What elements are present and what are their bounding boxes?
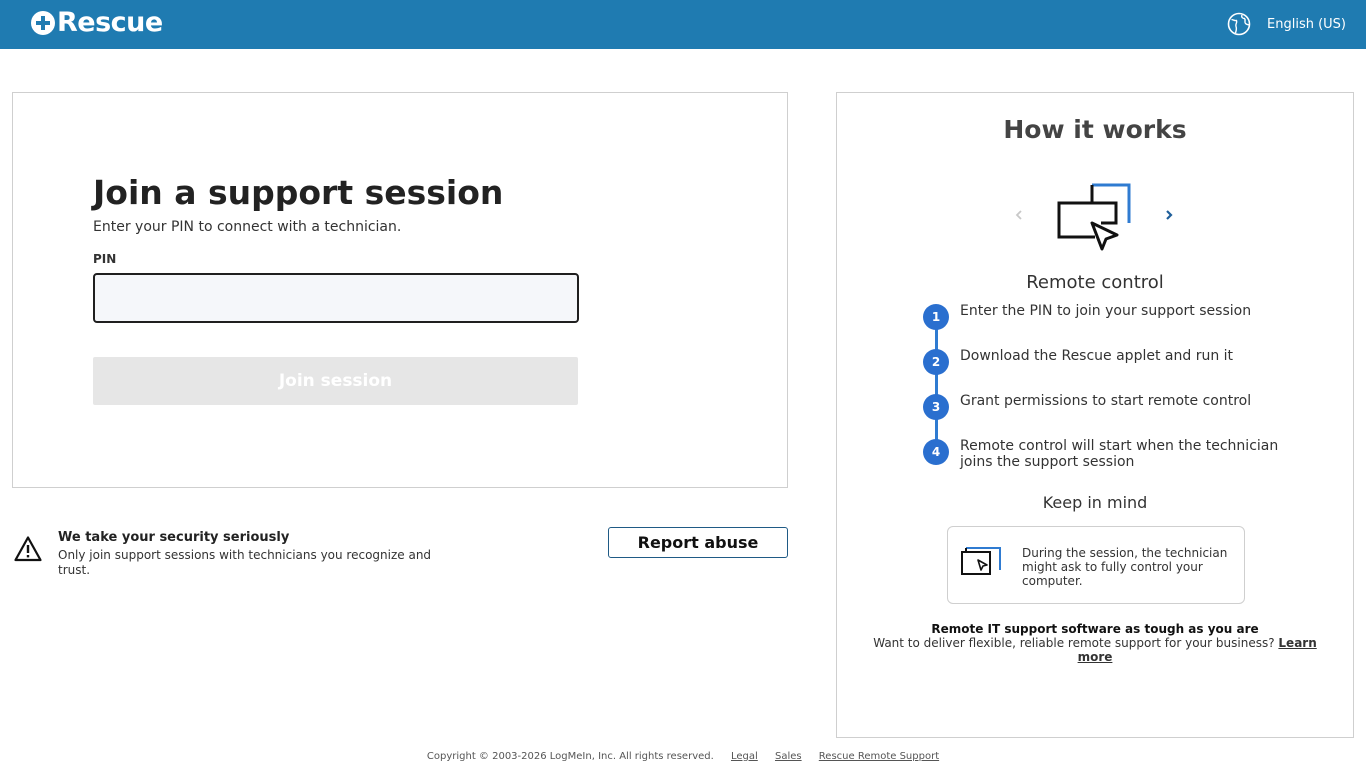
rescue-remote-support-link[interactable]: Rescue Remote Support [819,751,939,762]
chevron-right-icon[interactable] [1161,205,1177,225]
top-bar: Rescue English (US) [0,0,1366,49]
pin-input[interactable] [93,273,579,323]
step-number: 2 [923,349,949,375]
footer: Copyright © 2003-2026 LogMeIn, Inc. All … [0,751,1366,762]
keep-in-mind-title: Keep in mind [1042,493,1148,512]
remote-control-icon [1057,183,1131,251]
plus-circle-icon [31,11,55,35]
promo-text-block: Want to deliver flexible, reliable remot… [867,636,1323,664]
step-text: Grant permissions to start remote contro… [960,393,1252,409]
join-session-card: Join a support session Enter your PIN to… [12,92,788,488]
security-title: We take your security seriously [58,530,290,545]
rescue-logo[interactable]: Rescue [31,8,163,38]
step-text: Download the Rescue applet and run it [960,348,1234,364]
step-number: 4 [923,439,949,465]
legal-link[interactable]: Legal [731,751,758,762]
slide-title: Remote control [1026,272,1164,293]
chevron-left-icon[interactable] [1011,205,1027,225]
keep-in-mind-box: During the session, the technician might… [947,526,1245,604]
how-it-works-title: How it works [1003,115,1187,144]
pin-label: PIN [93,252,117,266]
security-text: Only join support sessions with technici… [58,548,432,577]
security-notice: We take your security seriously Only joi… [12,527,462,583]
warning-icon [14,536,42,562]
step-text: Enter the PIN to join your support sessi… [960,303,1252,319]
sales-link[interactable]: Sales [775,751,802,762]
step-number: 1 [923,304,949,330]
page-subtitle: Enter your PIN to connect with a technic… [93,219,402,235]
language-label: English (US) [1267,16,1346,32]
page-title: Join a support session [93,173,504,212]
globe-icon [1227,12,1251,36]
report-abuse-button[interactable]: Report abuse [608,527,788,558]
logo-text: Rescue [57,7,163,38]
steps-connector [935,317,938,451]
language-selector[interactable]: English (US) [1227,11,1346,37]
promo-text: Want to deliver flexible, reliable remot… [873,636,1279,650]
step-text: Remote control will start when the techn… [960,438,1279,470]
screen-control-icon [961,547,1001,575]
copyright-text: Copyright © 2003-2026 LogMeIn, Inc. All … [426,751,714,762]
step-number: 3 [923,394,949,420]
join-session-button[interactable]: Join session [93,357,578,405]
how-it-works-card: How it works Remote control 1 Enter the … [836,92,1354,738]
keep-in-mind-text: During the session, the technician might… [1022,546,1228,588]
promo-title: Remote IT support software as tough as y… [931,622,1259,636]
